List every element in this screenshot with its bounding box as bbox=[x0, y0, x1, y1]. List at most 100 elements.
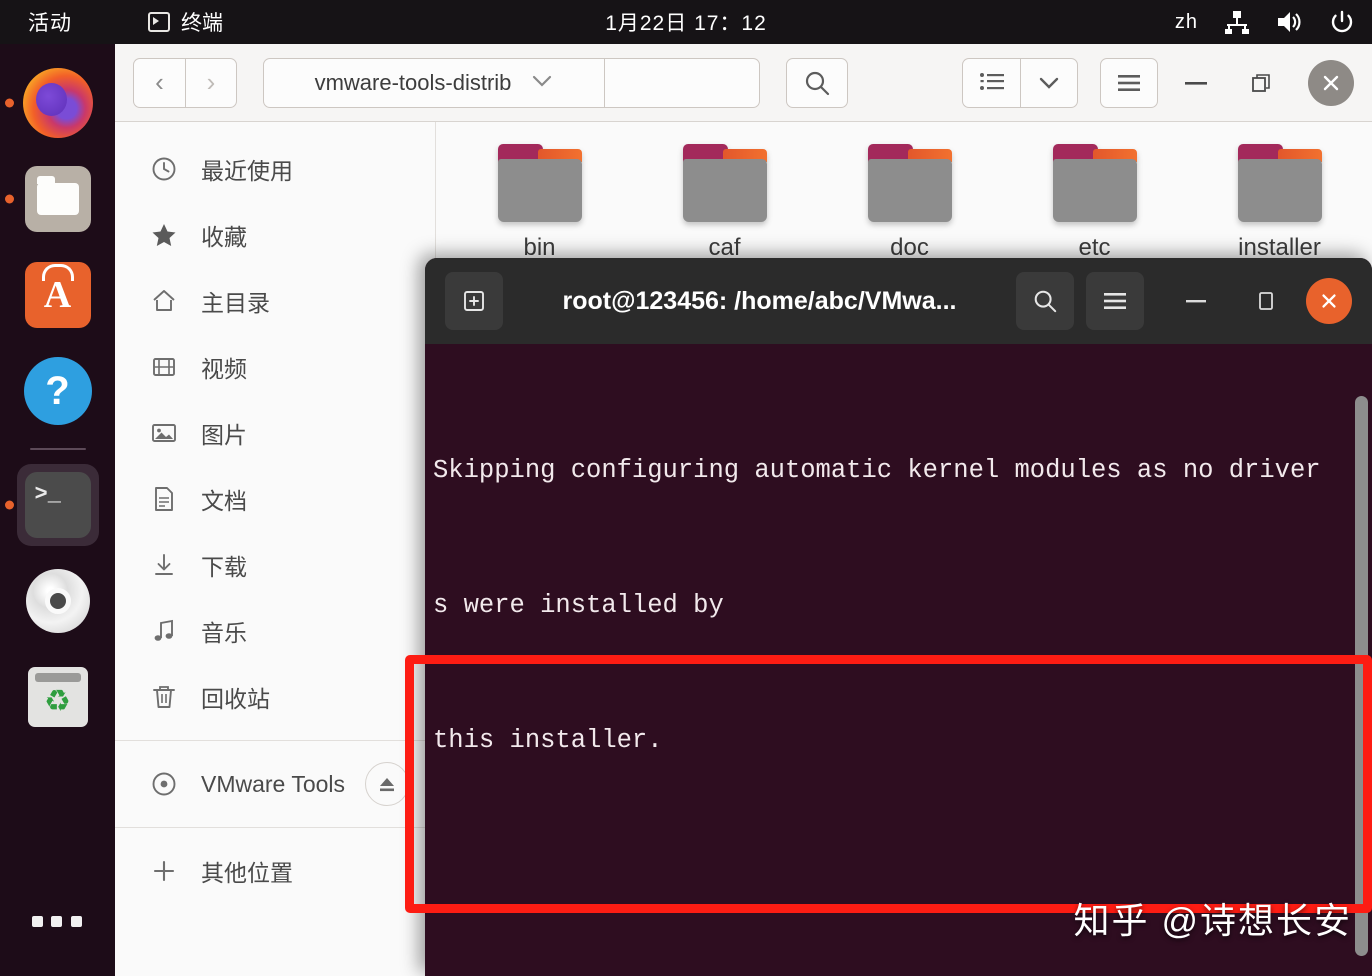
sidebar-item-label: 下载 bbox=[201, 554, 247, 580]
sidebar-item-home[interactable]: 主目录 bbox=[115, 268, 435, 334]
sidebar-item-starred[interactable]: 收藏 bbox=[115, 202, 435, 268]
new-tab-icon bbox=[464, 291, 484, 311]
terminal-window[interactable]: root@123456: /home/abc/VMwa... Skipping … bbox=[425, 258, 1372, 976]
dock-item-help[interactable]: ? bbox=[17, 350, 99, 432]
trash-icon bbox=[149, 683, 179, 711]
new-tab-button[interactable] bbox=[445, 272, 503, 330]
sidebar-item-music[interactable]: 音乐 bbox=[115, 598, 435, 664]
dock-item-vmware-tools-disc[interactable] bbox=[17, 560, 99, 642]
file-item[interactable]: installer bbox=[1198, 144, 1361, 262]
cd-disc-icon bbox=[25, 569, 90, 633]
home-icon bbox=[149, 287, 179, 315]
chevron-down-icon[interactable] bbox=[531, 74, 553, 92]
dock-separator bbox=[29, 448, 86, 450]
terminal-titlebar[interactable]: root@123456: /home/abc/VMwa... bbox=[425, 258, 1372, 344]
system-tray[interactable]: zh bbox=[1175, 10, 1354, 34]
sidebar-item-label: 最近使用 bbox=[201, 158, 293, 184]
sidebar-item-videos[interactable]: 视频 bbox=[115, 334, 435, 400]
clock[interactable]: 1月22日 17：12 bbox=[605, 7, 767, 37]
minimize-icon bbox=[1185, 81, 1207, 85]
terminal-line: Skipping configuring automatic kernel mo… bbox=[433, 456, 1321, 485]
folder-icon bbox=[1237, 144, 1322, 222]
files-icon bbox=[24, 166, 91, 232]
sidebar-item-recent[interactable]: 最近使用 bbox=[115, 136, 435, 202]
files-titlebar: ‹ › vmware-tools-distrib bbox=[115, 44, 1372, 122]
terminal-scrollbar[interactable] bbox=[1355, 396, 1368, 956]
trash-icon: ♻ bbox=[27, 667, 88, 727]
terminal-close-button[interactable] bbox=[1306, 278, 1352, 324]
view-mode-group[interactable] bbox=[962, 57, 1078, 108]
terminal-icon bbox=[148, 12, 170, 32]
list-view-icon bbox=[979, 72, 1004, 90]
help-icon: ? bbox=[23, 357, 92, 425]
recent-clock-icon bbox=[149, 155, 179, 183]
gnome-top-bar: 活动 终端 1月22日 17：12 zh bbox=[0, 0, 1372, 44]
search-icon bbox=[1034, 290, 1057, 313]
show-applications-button[interactable] bbox=[17, 880, 99, 962]
power-icon[interactable] bbox=[1330, 10, 1354, 34]
path-bar-spacer bbox=[605, 57, 760, 108]
dock-item-firefox[interactable] bbox=[17, 62, 99, 144]
sidebar-item-label: 主目录 bbox=[201, 290, 270, 316]
eject-icon bbox=[380, 778, 394, 792]
watermark: 知乎 @诗想长安 bbox=[1073, 900, 1352, 941]
view-options-button[interactable] bbox=[1020, 57, 1078, 108]
dock-item-files[interactable] bbox=[17, 158, 99, 240]
dock-item-ubuntu-software[interactable]: A bbox=[17, 254, 99, 336]
close-button[interactable] bbox=[1308, 59, 1354, 106]
sidebar-item-pictures[interactable]: 图片 bbox=[115, 400, 435, 466]
terminal-output[interactable]: Skipping configuring automatic kernel mo… bbox=[425, 344, 1372, 976]
grid-dots-icon bbox=[31, 915, 84, 927]
sidebar-item-label: 收藏 bbox=[201, 224, 247, 250]
activities-button[interactable]: 活动 bbox=[28, 7, 72, 37]
sidebar-item-label: VMware Tools bbox=[201, 770, 346, 797]
ubuntu-dock: A ? >_ ♻ bbox=[0, 44, 115, 976]
terminal-menu-button[interactable] bbox=[1086, 272, 1144, 330]
sidebar-item-other-locations[interactable]: 其他位置 bbox=[115, 838, 435, 904]
sidebar-item-downloads[interactable]: 下载 bbox=[115, 532, 435, 598]
path-bar-label: vmware-tools-distrib bbox=[314, 69, 512, 95]
sidebar-item-label: 视频 bbox=[201, 356, 247, 382]
hamburger-menu-icon bbox=[1118, 74, 1140, 91]
active-app-indicator[interactable]: 终端 bbox=[148, 7, 223, 37]
sidebar-item-label: 图片 bbox=[201, 422, 247, 448]
network-icon[interactable] bbox=[1224, 10, 1250, 34]
disc-icon bbox=[149, 770, 179, 798]
file-item[interactable]: bin bbox=[458, 144, 621, 262]
eject-button[interactable] bbox=[365, 762, 409, 806]
download-icon bbox=[149, 551, 179, 579]
sidebar-item-vmware-tools[interactable]: VMware Tools bbox=[115, 751, 435, 817]
list-view-button[interactable] bbox=[962, 57, 1020, 108]
sidebar-item-label: 其他位置 bbox=[201, 860, 293, 886]
file-item[interactable]: caf bbox=[643, 144, 806, 262]
main-menu-button[interactable] bbox=[1100, 57, 1158, 108]
terminal-search-button[interactable] bbox=[1016, 272, 1074, 330]
terminal-minimize-button[interactable] bbox=[1170, 275, 1222, 327]
dock-item-terminal[interactable]: >_ bbox=[16, 464, 99, 546]
maximize-button[interactable] bbox=[1234, 58, 1290, 108]
sidebar-item-documents[interactable]: 文档 bbox=[115, 466, 435, 532]
sidebar-item-trash[interactable]: 回收站 bbox=[115, 664, 435, 730]
dock-item-trash[interactable]: ♻ bbox=[17, 656, 99, 738]
maximize-icon bbox=[1259, 292, 1273, 310]
document-icon bbox=[149, 485, 179, 513]
path-bar[interactable]: vmware-tools-distrib bbox=[263, 57, 605, 108]
terminal-icon: >_ bbox=[24, 472, 91, 538]
forward-button[interactable]: › bbox=[185, 57, 237, 108]
chevron-down-icon bbox=[1039, 77, 1059, 89]
file-item[interactable]: etc bbox=[1013, 144, 1176, 262]
terminal-line: this installer. bbox=[433, 726, 663, 755]
close-icon bbox=[1323, 75, 1339, 90]
video-icon bbox=[149, 353, 179, 381]
back-button[interactable]: ‹ bbox=[133, 57, 185, 108]
close-icon bbox=[1322, 294, 1336, 308]
search-button[interactable] bbox=[786, 57, 848, 108]
input-language-indicator[interactable]: zh bbox=[1175, 11, 1198, 34]
sidebar-divider bbox=[115, 740, 435, 741]
navigation-buttons[interactable]: ‹ › bbox=[133, 57, 237, 108]
file-grid: bin caf doc etc installer bbox=[436, 144, 1372, 262]
terminal-maximize-button[interactable] bbox=[1240, 275, 1292, 327]
volume-icon[interactable] bbox=[1276, 10, 1304, 34]
file-item[interactable]: doc bbox=[828, 144, 991, 262]
minimize-button[interactable] bbox=[1168, 58, 1224, 108]
